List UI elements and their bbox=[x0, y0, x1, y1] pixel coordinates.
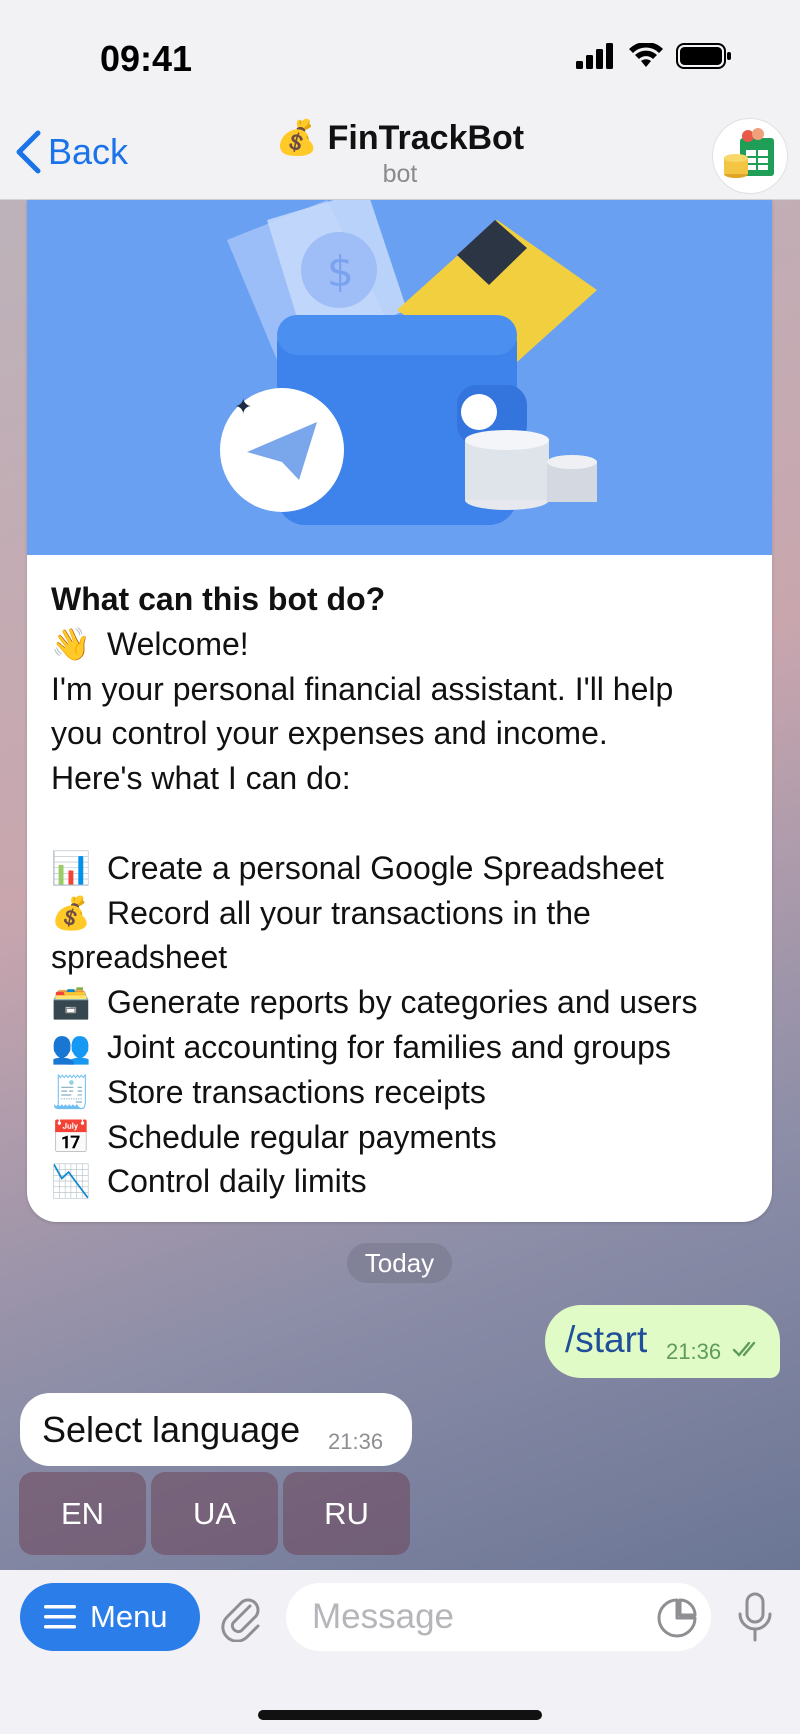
top-bar: 09:41 Back 💰 FinTrackBot bot bbox=[0, 0, 800, 200]
feature-text: Create a personal Google Spreadsheet bbox=[107, 849, 664, 886]
chat-title[interactable]: 💰 FinTrackBot bbox=[0, 118, 800, 158]
bot-avatar[interactable] bbox=[712, 118, 788, 194]
hamburger-icon bbox=[44, 1605, 76, 1629]
feature-item: 👥 Joint accounting for families and grou… bbox=[51, 1025, 748, 1070]
message-text: Select language bbox=[42, 1409, 301, 1450]
chart-decreasing-icon: 📉 bbox=[51, 1162, 91, 1201]
message-time: 21:36 bbox=[666, 1339, 722, 1364]
battery-icon bbox=[676, 43, 731, 69]
wifi-icon bbox=[629, 43, 663, 67]
paperclip-icon[interactable] bbox=[220, 1592, 264, 1642]
message-text[interactable]: /start bbox=[565, 1319, 647, 1361]
feature-item: 📉 Control daily limits bbox=[51, 1159, 748, 1204]
svg-text:$: $ bbox=[327, 247, 354, 296]
greeting-text: Welcome! bbox=[107, 625, 249, 662]
language-button-ua[interactable]: UA bbox=[151, 1472, 278, 1555]
incoming-message[interactable]: Select language 21:36 bbox=[20, 1393, 412, 1466]
hero-image: $ ✦ bbox=[27, 200, 772, 555]
message-time: 21:36 bbox=[328, 1429, 384, 1454]
feature-text-continued: spreadsheet bbox=[51, 939, 228, 976]
feature-text: Record all your transactions in the bbox=[107, 894, 591, 931]
composer-bar: Menu bbox=[0, 1570, 800, 1734]
bot-description-card: $ ✦ What can this bot do? 👋 Welcome! I'm… bbox=[27, 200, 772, 1222]
feature-text: Store transactions receipts bbox=[107, 1073, 486, 1110]
description-text: What can this bot do? 👋 Welcome! I'm you… bbox=[27, 555, 772, 1204]
chat-subtitle: bot bbox=[382, 160, 418, 188]
feature-item: 🧾 Store transactions receipts bbox=[51, 1070, 748, 1115]
feature-text: Schedule regular payments bbox=[107, 1118, 497, 1155]
receipt-icon: 🧾 bbox=[51, 1072, 91, 1111]
double-check-icon bbox=[732, 1341, 756, 1357]
card-file-box-icon: 🗃️ bbox=[51, 983, 91, 1022]
svg-text:✦: ✦ bbox=[234, 395, 252, 420]
bar-chart-icon: 📊 bbox=[51, 848, 91, 887]
greeting-line: 👋 Welcome! bbox=[51, 622, 748, 667]
signal-icon bbox=[576, 43, 613, 69]
feature-item: 📅 Schedule regular payments bbox=[51, 1115, 748, 1160]
waving-hand-icon: 👋 bbox=[51, 624, 91, 663]
money-bag-icon: 💰 bbox=[51, 893, 91, 932]
feature-item: 📊 Create a personal Google Spreadsheet bbox=[51, 846, 748, 891]
intro-line: Here's what I can do: bbox=[51, 760, 351, 797]
outgoing-message[interactable]: /start 21:36 bbox=[545, 1305, 780, 1378]
menu-label: Menu bbox=[90, 1599, 168, 1634]
date-separator: Today bbox=[347, 1243, 452, 1283]
feature-item: 🗃️ Generate reports by categories and us… bbox=[51, 980, 748, 1025]
language-button-en[interactable]: EN bbox=[19, 1472, 146, 1555]
home-indicator bbox=[258, 1710, 542, 1720]
feature-text: Joint accounting for families and groups bbox=[107, 1028, 671, 1065]
feature-text: Generate reports by categories and users bbox=[107, 984, 698, 1021]
wallet-illustration: $ ✦ bbox=[27, 200, 772, 555]
calendar-icon: 📅 bbox=[51, 1117, 91, 1156]
intro-line: I'm your personal financial assistant. I… bbox=[51, 670, 674, 707]
description-title: What can this bot do? bbox=[51, 581, 386, 617]
status-icons bbox=[576, 42, 732, 70]
feature-text: Control daily limits bbox=[107, 1163, 367, 1200]
sticker-icon[interactable] bbox=[656, 1597, 698, 1639]
feature-item: 💰 Record all your transactions in the bbox=[51, 891, 748, 936]
menu-button[interactable]: Menu bbox=[20, 1583, 200, 1651]
spreadsheet-coins-icon bbox=[724, 128, 774, 178]
message-input[interactable] bbox=[286, 1583, 711, 1651]
language-button-ru[interactable]: RU bbox=[283, 1472, 410, 1555]
microphone-icon[interactable] bbox=[737, 1592, 773, 1644]
status-time: 09:41 bbox=[100, 38, 193, 79]
people-icon: 👥 bbox=[51, 1027, 91, 1066]
intro-line: you control your expenses and income. bbox=[51, 715, 608, 752]
